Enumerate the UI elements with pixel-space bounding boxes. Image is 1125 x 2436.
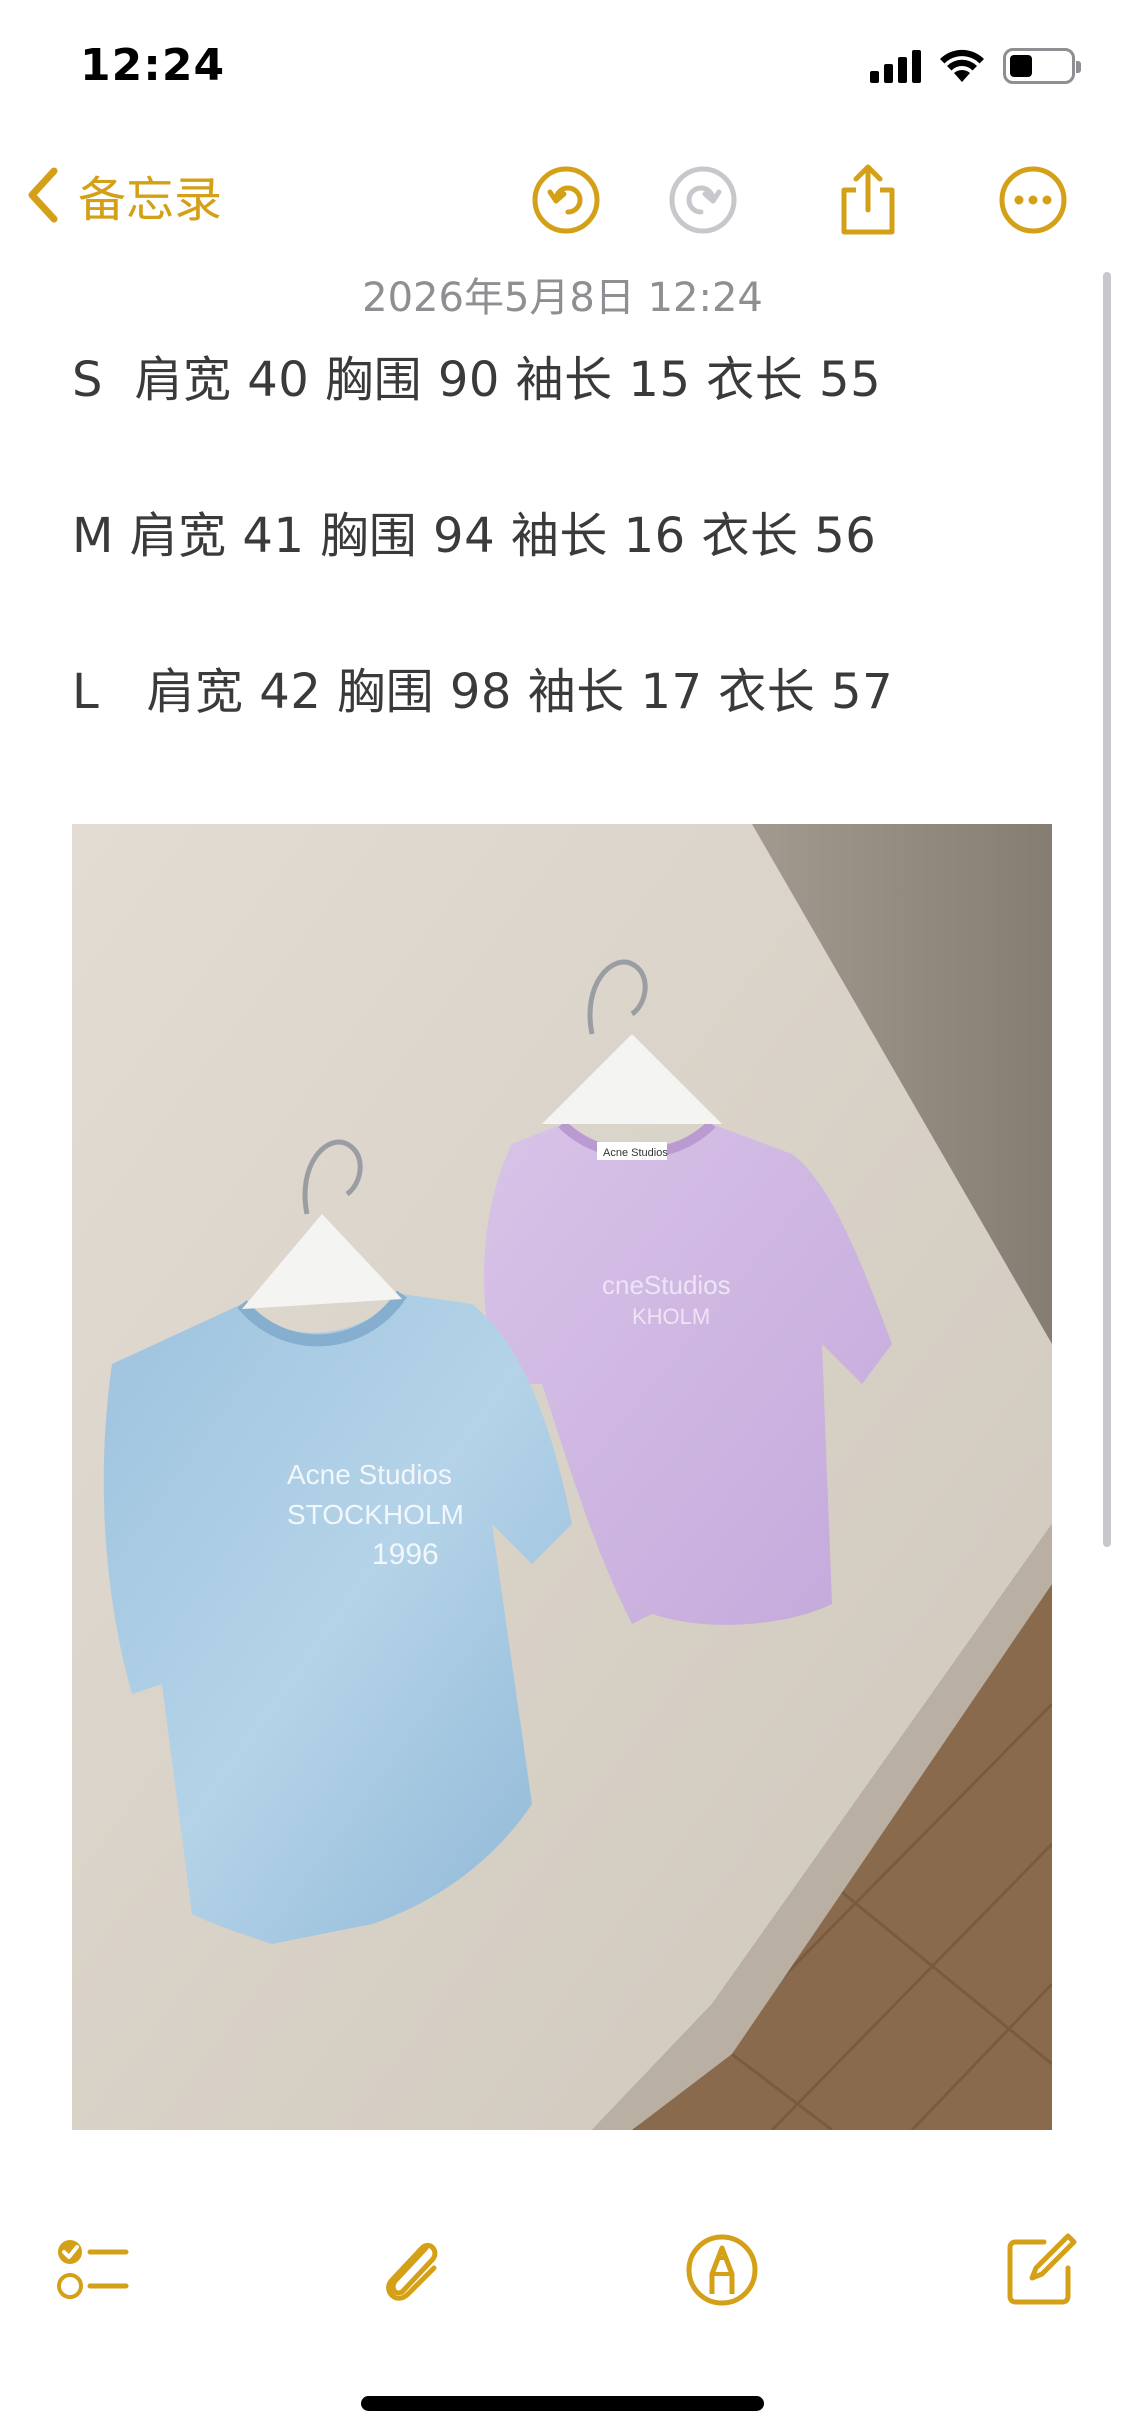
checklist-icon[interactable] xyxy=(52,2230,132,2310)
home-indicator[interactable] xyxy=(361,2396,764,2411)
battery-icon xyxy=(1003,48,1081,84)
nav-bar: 备忘录 xyxy=(0,150,1125,250)
svg-text:1996: 1996 xyxy=(372,1538,439,1571)
wifi-icon xyxy=(940,49,984,82)
markup-icon[interactable] xyxy=(682,2230,762,2310)
redo-icon[interactable] xyxy=(665,162,741,238)
note-line-m[interactable]: M 肩宽 41 胸围 94 袖长 16 衣长 56 xyxy=(72,496,876,566)
bottom-toolbar xyxy=(0,2220,1125,2320)
cellular-signal-icon xyxy=(870,49,921,83)
back-button[interactable]: 备忘录 xyxy=(24,160,222,230)
undo-icon[interactable] xyxy=(528,162,604,238)
svg-text:KHOLM: KHOLM xyxy=(632,1304,710,1329)
note-line-s[interactable]: S 肩宽 40 胸围 90 袖长 15 衣长 55 xyxy=(72,340,881,410)
status-bar: 12:24 xyxy=(0,0,1125,135)
more-icon[interactable] xyxy=(995,162,1071,238)
back-label: 备忘录 xyxy=(78,172,223,228)
svg-text:Acne Studios: Acne Studios xyxy=(603,1147,668,1159)
svg-text:STOCKHOLM: STOCKHOLM xyxy=(287,1499,464,1530)
share-icon[interactable] xyxy=(830,162,906,238)
note-line-l[interactable]: L 肩宽 42 胸围 98 袖长 17 衣长 57 xyxy=(72,652,893,722)
status-icons xyxy=(870,48,1081,84)
note-date: 2026年5月8日 12:24 xyxy=(362,275,763,321)
attached-photo[interactable]: Acne Studios cneStudios KHOLM Acne Studi… xyxy=(72,824,1052,2130)
tshirts-illustration: Acne Studios cneStudios KHOLM Acne Studi… xyxy=(72,824,1052,2130)
scroll-indicator[interactable] xyxy=(1103,272,1111,1547)
chevron-left-icon xyxy=(28,167,58,223)
compose-icon[interactable] xyxy=(1000,2230,1080,2310)
svg-text:cneStudios: cneStudios xyxy=(602,1270,731,1300)
attachment-icon[interactable] xyxy=(370,2230,450,2310)
status-time: 12:24 xyxy=(80,40,226,91)
svg-text:Acne Studios: Acne Studios xyxy=(287,1459,452,1490)
